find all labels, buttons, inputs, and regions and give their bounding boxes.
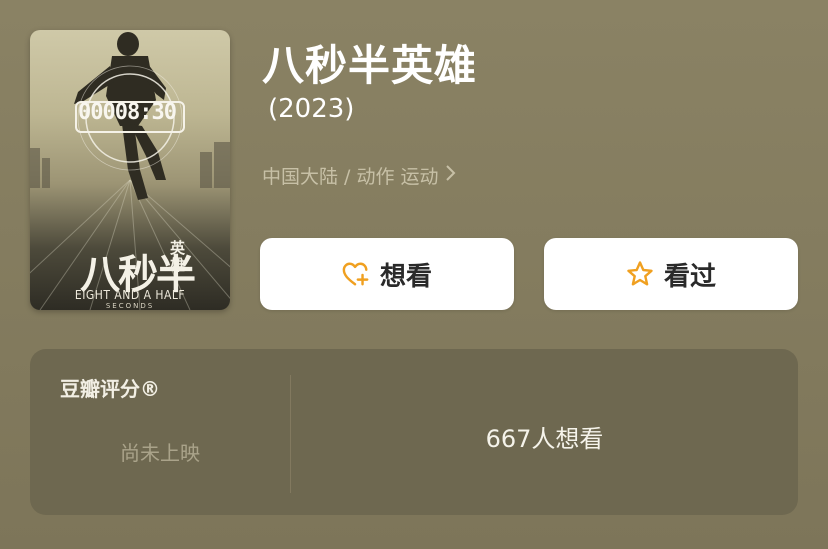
wish-count: 667人想看	[485, 425, 604, 453]
heart-plus-icon	[342, 260, 370, 288]
movie-meta-text: 中国大陆 / 动作 运动	[262, 166, 439, 188]
movie-detail-page: 00008:30 八秒半 英雄 EIGHT AND A HALF SECONDS…	[0, 0, 828, 549]
movie-year: (2023)	[268, 94, 355, 124]
rating-status: 尚未上映	[120, 441, 200, 465]
star-icon	[626, 260, 654, 288]
rating-card[interactable]: 豆瓣评分® 尚未上映 667人想看	[30, 349, 798, 515]
want-to-watch-button[interactable]: 想看	[260, 238, 514, 310]
poster-english-title: EIGHT AND A HALF	[74, 288, 186, 302]
rating-label: 豆瓣评分®	[60, 377, 160, 401]
want-to-watch-label: 想看	[379, 261, 432, 292]
watched-label: 看过	[663, 261, 716, 292]
watched-button[interactable]: 看过	[544, 238, 798, 310]
poster-english-subtitle: SECONDS	[105, 302, 155, 310]
poster-clock: 00008:30	[78, 100, 177, 125]
movie-poster[interactable]: 00008:30 八秒半 英雄 EIGHT AND A HALF SECONDS	[30, 30, 230, 310]
movie-meta-link[interactable]: 中国大陆 / 动作 运动	[262, 162, 457, 189]
poster-title-side: 英雄	[170, 239, 186, 274]
movie-title: 八秒半英雄	[262, 41, 478, 90]
chevron-right-icon	[445, 164, 457, 187]
